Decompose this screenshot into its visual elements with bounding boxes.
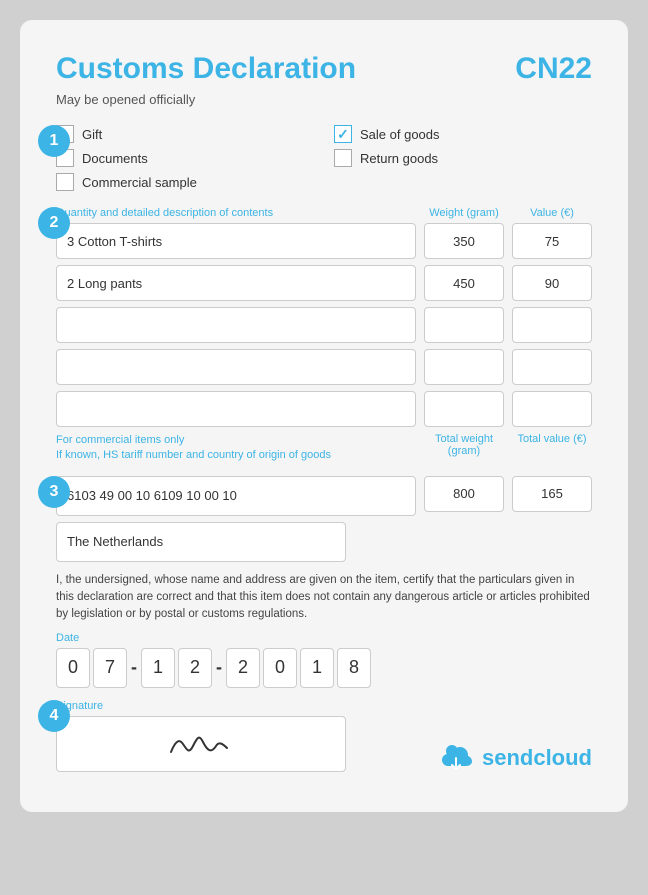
section2-footer: For commercial items only If known, HS t… bbox=[56, 433, 592, 464]
item3-weight[interactable] bbox=[424, 307, 504, 343]
date-digit-3[interactable]: 2 bbox=[178, 648, 212, 688]
checkbox-gift-label: Gift bbox=[82, 127, 102, 142]
form-subtitle: May be opened officially bbox=[56, 92, 592, 107]
col-headers: Quantity and detailed description of con… bbox=[56, 207, 592, 219]
total-value-field[interactable] bbox=[512, 476, 592, 512]
col-desc-header: Quantity and detailed description of con… bbox=[56, 207, 416, 219]
checkmark-icon: ✓ bbox=[337, 127, 349, 141]
section3-top-row: 6103 49 00 10 6109 10 00 10 bbox=[56, 476, 592, 516]
section4: 4 Signature sendcloud bbox=[56, 700, 592, 772]
sig-label: Signature bbox=[56, 700, 438, 712]
date-digit-0[interactable]: 0 bbox=[56, 648, 90, 688]
date-sep-1: - bbox=[130, 657, 138, 678]
item3-desc[interactable] bbox=[56, 307, 416, 343]
footer-total-value-label: Total value (€) bbox=[512, 433, 592, 464]
col-weight-header: Weight (gram) bbox=[424, 207, 504, 219]
checkbox-sale-box[interactable]: ✓ bbox=[334, 125, 352, 143]
date-digit-2[interactable]: 1 bbox=[141, 648, 175, 688]
signature-col: Signature bbox=[56, 700, 438, 772]
item-row-1 bbox=[56, 223, 592, 259]
item-row-3 bbox=[56, 307, 592, 343]
date-digit-1[interactable]: 7 bbox=[93, 648, 127, 688]
footer-commercial-label: For commercial items only If known, HS t… bbox=[56, 433, 416, 464]
form-header: Customs Declaration CN22 bbox=[56, 52, 592, 86]
country-field[interactable]: The Netherlands bbox=[56, 522, 346, 562]
form-cn22: CN22 bbox=[515, 52, 592, 86]
checkbox-return-box[interactable] bbox=[334, 149, 352, 167]
checkbox-documents[interactable]: Documents bbox=[56, 149, 314, 167]
checkbox-documents-label: Documents bbox=[82, 151, 148, 166]
signature-box[interactable] bbox=[56, 716, 346, 772]
hs-numbers-field[interactable]: 6103 49 00 10 6109 10 00 10 bbox=[56, 476, 416, 516]
sendcloud-text: sendcloud bbox=[482, 745, 592, 771]
item4-value[interactable] bbox=[512, 349, 592, 385]
footer-total-weight-label: Total weight (gram) bbox=[424, 433, 504, 464]
customs-form: Customs Declaration CN22 May be opened o… bbox=[20, 20, 628, 812]
checkbox-return-label: Return goods bbox=[360, 151, 438, 166]
certification-text: I, the undersigned, whose name and addre… bbox=[56, 572, 592, 624]
sendcloud-logo: sendcloud bbox=[438, 744, 592, 772]
date-label: Date bbox=[56, 632, 592, 644]
checkbox-commercial-label: Commercial sample bbox=[82, 175, 197, 190]
date-digit-5[interactable]: 0 bbox=[263, 648, 297, 688]
checkbox-return[interactable]: Return goods bbox=[334, 149, 592, 167]
item-row-4 bbox=[56, 349, 592, 385]
item3-value[interactable] bbox=[512, 307, 592, 343]
section4-content: Signature sendcloud bbox=[56, 700, 592, 772]
item-row-2 bbox=[56, 265, 592, 301]
item1-desc[interactable] bbox=[56, 223, 416, 259]
section3: 3 6103 49 00 10 6109 10 00 10 The Nether… bbox=[56, 476, 592, 688]
section1: 1 Gift ✓ Sale of goods Documents bbox=[56, 125, 592, 191]
sendcloud-cloud-icon bbox=[438, 744, 474, 772]
form-title: Customs Declaration bbox=[56, 52, 356, 86]
date-digit-4[interactable]: 2 bbox=[226, 648, 260, 688]
section4-marker: 4 bbox=[38, 700, 70, 732]
checkboxes-grid: Gift ✓ Sale of goods Documents Return go… bbox=[56, 125, 592, 191]
col-value-header: Value (€) bbox=[512, 207, 592, 219]
checkbox-commercial[interactable]: Commercial sample bbox=[56, 173, 314, 191]
checkbox-commercial-box[interactable] bbox=[56, 173, 74, 191]
item-row-5 bbox=[56, 391, 592, 427]
item4-weight[interactable] bbox=[424, 349, 504, 385]
signature-drawing bbox=[161, 724, 241, 764]
date-boxes: 0 7 - 1 2 - 2 0 1 8 bbox=[56, 648, 592, 688]
item4-desc[interactable] bbox=[56, 349, 416, 385]
item1-value[interactable] bbox=[512, 223, 592, 259]
item5-desc[interactable] bbox=[56, 391, 416, 427]
section2: 2 Quantity and detailed description of c… bbox=[56, 207, 592, 464]
item2-desc[interactable] bbox=[56, 265, 416, 301]
item2-value[interactable] bbox=[512, 265, 592, 301]
section2-marker: 2 bbox=[38, 207, 70, 239]
section3-marker: 3 bbox=[38, 476, 70, 508]
checkbox-sale-label: Sale of goods bbox=[360, 127, 440, 142]
date-digit-6[interactable]: 1 bbox=[300, 648, 334, 688]
item5-weight[interactable] bbox=[424, 391, 504, 427]
item5-value[interactable] bbox=[512, 391, 592, 427]
item1-weight[interactable] bbox=[424, 223, 504, 259]
date-digit-7[interactable]: 8 bbox=[337, 648, 371, 688]
date-sep-2: - bbox=[215, 657, 223, 678]
item2-weight[interactable] bbox=[424, 265, 504, 301]
section1-marker: 1 bbox=[38, 125, 70, 157]
checkbox-sale[interactable]: ✓ Sale of goods bbox=[334, 125, 592, 143]
checkbox-gift[interactable]: Gift bbox=[56, 125, 314, 143]
total-weight-field[interactable] bbox=[424, 476, 504, 512]
